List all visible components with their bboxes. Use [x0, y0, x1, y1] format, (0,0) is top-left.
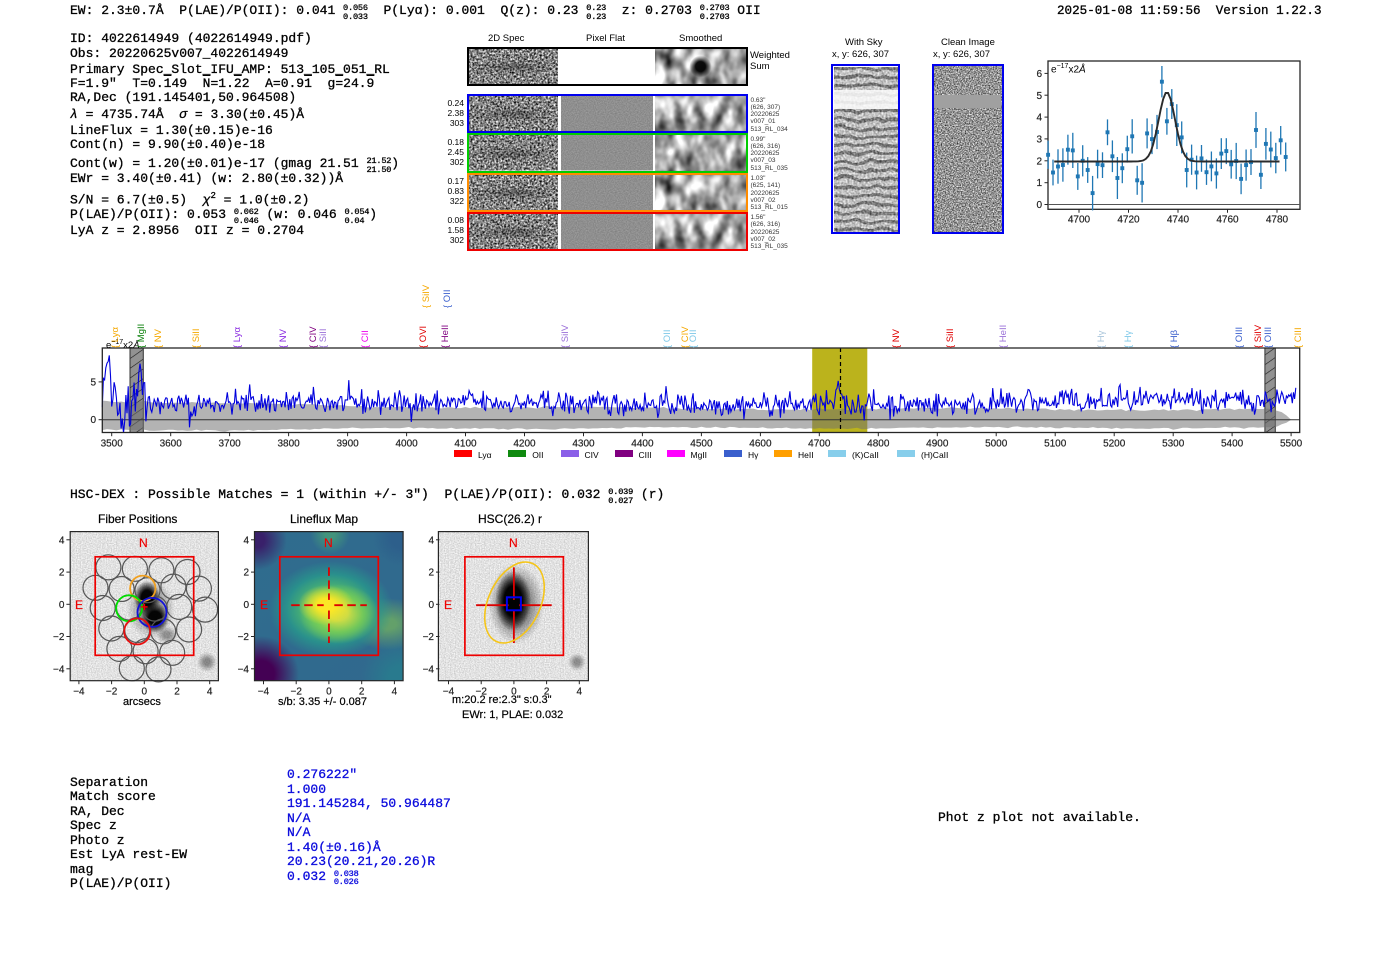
svg-text:0: 0 — [243, 600, 249, 611]
svg-text:4: 4 — [59, 535, 65, 546]
svg-text:2: 2 — [428, 568, 434, 579]
svg-text:4: 4 — [428, 535, 434, 546]
svg-text:4: 4 — [392, 687, 398, 698]
svg-text:0: 0 — [59, 600, 65, 611]
svg-text:4: 4 — [207, 687, 213, 698]
svg-text:−4: −4 — [53, 664, 65, 675]
svg-text:2: 2 — [59, 568, 65, 579]
svg-text:−4: −4 — [258, 687, 270, 698]
svg-text:2: 2 — [174, 687, 180, 698]
svg-text:4: 4 — [243, 535, 249, 546]
svg-text:2: 2 — [243, 568, 249, 579]
svg-text:−2: −2 — [238, 632, 250, 643]
svg-text:4: 4 — [577, 687, 583, 698]
svg-text:−2: −2 — [53, 632, 65, 643]
svg-text:−4: −4 — [423, 664, 435, 675]
svg-text:−2: −2 — [423, 632, 435, 643]
svg-text:−4: −4 — [73, 687, 85, 698]
svg-text:−4: −4 — [238, 664, 250, 675]
svg-text:0: 0 — [428, 600, 434, 611]
svg-text:−2: −2 — [106, 687, 118, 698]
